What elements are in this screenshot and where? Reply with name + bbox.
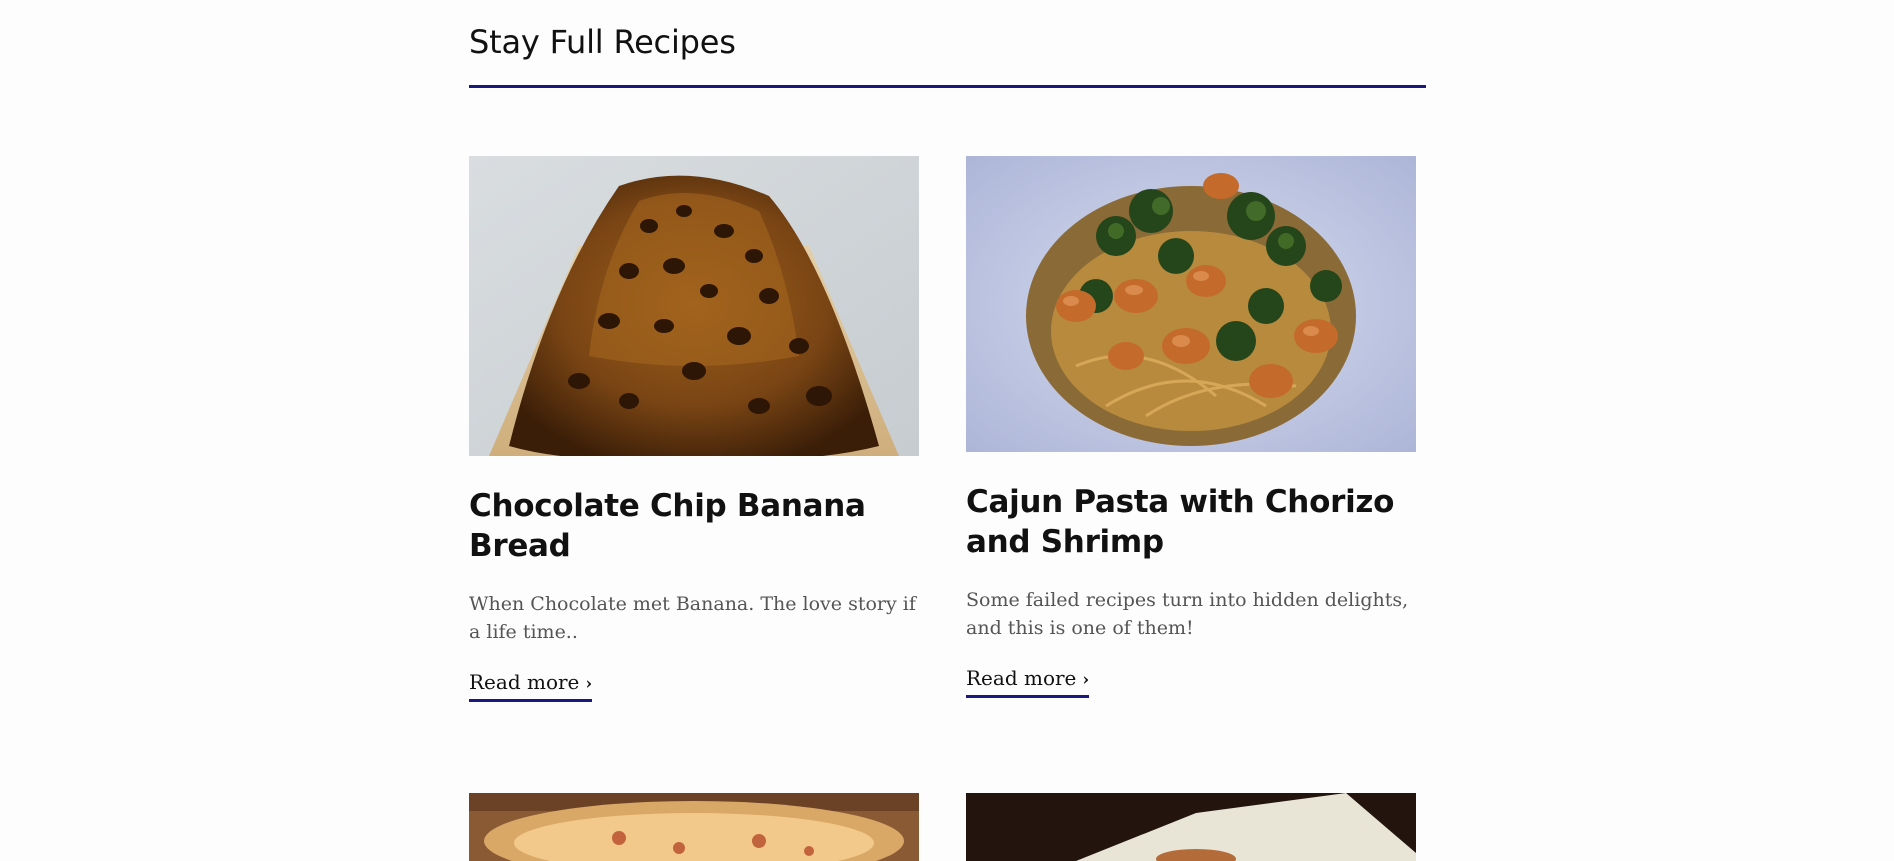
recipe-image-next-1[interactable] [469,793,919,861]
chevron-right-icon: › [585,674,593,694]
recipe-card-banana-bread: Chocolate Chip Banana Bread When Chocola… [469,156,919,702]
recipe-image-next-2[interactable] [966,793,1416,861]
read-more-label: Read more [966,666,1077,690]
recipe-title-cajun-pasta[interactable]: Cajun Pasta with Chorizo and Shrimp [966,482,1416,562]
read-more-link-banana-bread[interactable]: Read more › [469,668,593,702]
section-header: Stay Full Recipes [469,18,1426,88]
read-more-link-cajun-pasta[interactable]: Read more › [966,664,1090,698]
read-more-label: Read more [469,670,580,694]
dish-photo [966,793,1416,861]
recipe-card-cajun-pasta: Cajun Pasta with Chorizo and Shrimp Some… [966,156,1416,698]
recipe-card-next-1 [469,793,919,861]
section-title: Stay Full Recipes [469,23,736,61]
section-divider [469,85,1426,88]
pizza-photo [469,793,919,861]
recipe-image-cajun-pasta[interactable] [966,156,1416,452]
recipe-card-next-2 [966,793,1416,861]
chevron-right-icon: › [1082,670,1090,690]
recipe-description-cajun-pasta: Some failed recipes turn into hidden del… [966,589,1409,639]
recipe-description-banana-bread: When Chocolate met Banana. The love stor… [469,593,916,643]
banana-bread-photo [469,156,919,456]
cajun-pasta-photo [966,156,1416,452]
recipes-page: Stay Full Recipes Chocolate Chip Banana … [0,0,1894,861]
recipe-title-banana-bread[interactable]: Chocolate Chip Banana Bread [469,486,919,566]
recipe-image-banana-bread[interactable] [469,156,919,456]
